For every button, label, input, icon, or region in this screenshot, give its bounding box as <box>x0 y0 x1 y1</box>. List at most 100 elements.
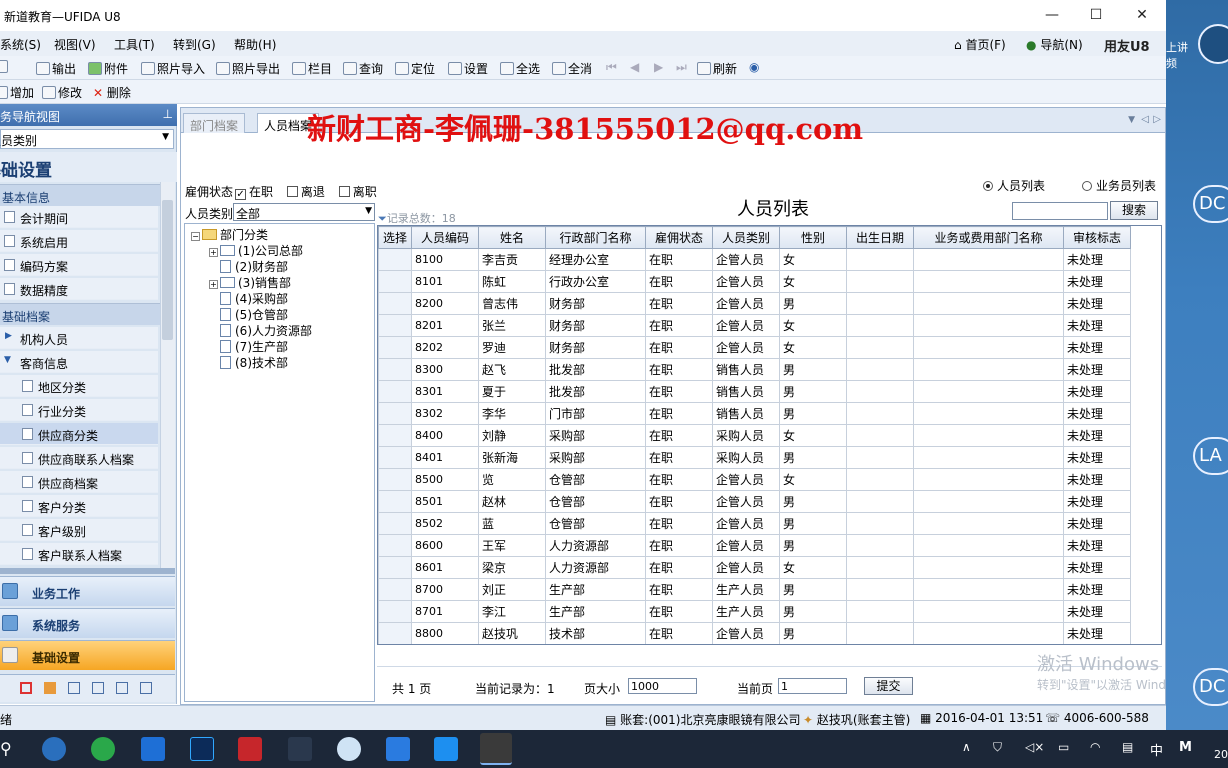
nav-link[interactable]: ● 导航(N) <box>1026 36 1083 53</box>
sidebar-item-supplier-archive[interactable]: 供应商档案 <box>0 471 158 493</box>
table-cell[interactable]: 8100 <box>411 248 479 271</box>
table-cell[interactable] <box>846 424 914 447</box>
maximize-button[interactable]: ☐ <box>1078 4 1114 26</box>
row-select-cell[interactable] <box>378 622 412 644</box>
table-cell[interactable]: 财务部 <box>545 292 646 315</box>
table-cell[interactable]: 企管人员 <box>712 314 780 337</box>
row-select-cell[interactable] <box>378 358 412 381</box>
ufida-app-icon[interactable] <box>480 733 512 765</box>
table-cell[interactable]: 8401 <box>411 446 479 469</box>
table-cell[interactable]: 未处理 <box>1063 622 1131 644</box>
row-select-cell[interactable] <box>378 600 412 623</box>
table-row[interactable]: 8800 赵技巩 技术部 在职 企管人员男 未处理 <box>378 622 1131 644</box>
row-select-cell[interactable] <box>378 402 412 425</box>
table-cell[interactable]: 未处理 <box>1063 402 1131 425</box>
select-all-button[interactable]: 全选 <box>500 60 540 77</box>
table-cell[interactable]: 在职 <box>645 292 713 315</box>
page-size-input[interactable]: 1000 <box>628 678 697 694</box>
side-button[interactable]: DC <box>1193 668 1228 706</box>
table-cell[interactable]: 男 <box>779 600 847 623</box>
table-row[interactable]: 8201 张兰 财务部 在职 企管人员女 未处理 <box>378 314 1131 337</box>
table-cell[interactable]: 8301 <box>411 380 479 403</box>
tree-node[interactable]: (6)人力资源部 <box>220 322 312 339</box>
table-row[interactable]: 8302 李华 门市部 在职 销售人员男 未处理 <box>378 402 1131 425</box>
tree-node[interactable]: + (3)销售部 <box>209 274 291 291</box>
side-button[interactable]: LA <box>1193 437 1228 475</box>
table-cell[interactable] <box>846 512 914 535</box>
table-cell[interactable]: 在职 <box>645 534 713 557</box>
table-cell[interactable]: 企管人员 <box>712 490 780 513</box>
table-cell[interactable] <box>913 248 1064 271</box>
tree-node[interactable]: (7)生产部 <box>220 338 288 355</box>
table-cell[interactable] <box>846 380 914 403</box>
table-cell[interactable]: 梁京 <box>478 556 546 579</box>
table-cell[interactable] <box>913 424 1064 447</box>
table-cell[interactable]: 女 <box>779 468 847 491</box>
table-cell[interactable]: 在职 <box>645 600 713 623</box>
module-system[interactable]: 系统服务 <box>0 608 175 638</box>
table-cell[interactable]: 张兰 <box>478 314 546 337</box>
search-icon[interactable]: ⚲ <box>0 739 12 758</box>
table-row[interactable]: 8501 赵林 仓管部 在职 企管人员男 未处理 <box>378 490 1131 513</box>
table-cell[interactable]: 采购部 <box>545 424 646 447</box>
table-cell[interactable]: 生产人员 <box>712 578 780 601</box>
table-cell[interactable]: 在职 <box>645 578 713 601</box>
table-cell[interactable]: 未处理 <box>1063 336 1131 359</box>
table-cell[interactable]: 女 <box>779 314 847 337</box>
home-link[interactable]: ⌂ 首页(F) <box>954 36 1006 53</box>
module-basic[interactable]: 基础设置 <box>0 640 175 670</box>
table-cell[interactable] <box>913 446 1064 469</box>
sidebar-item-industry[interactable]: 行业分类 <box>0 399 158 421</box>
row-select-cell[interactable] <box>378 512 412 535</box>
table-cell[interactable]: 企管人员 <box>712 336 780 359</box>
table-cell[interactable]: 未处理 <box>1063 490 1131 513</box>
table-cell[interactable]: 女 <box>779 270 847 293</box>
table-cell[interactable]: 人力资源部 <box>545 534 646 557</box>
side-button[interactable]: DC <box>1193 185 1228 223</box>
table-cell[interactable]: 在职 <box>645 248 713 271</box>
table-cell[interactable]: 男 <box>779 446 847 469</box>
notification-icon[interactable]: ▤ <box>1122 740 1133 754</box>
sidebar-group-basic[interactable]: 基本信息 <box>0 184 160 206</box>
table-cell[interactable]: 经理办公室 <box>545 248 646 271</box>
tree-node[interactable]: (4)采购部 <box>220 290 288 307</box>
table-cell[interactable]: 未处理 <box>1063 358 1131 381</box>
module-mini-icon[interactable] <box>44 682 56 694</box>
table-row[interactable]: 8502 蓝仓管部 在职 企管人员男 未处理 <box>378 512 1131 535</box>
tab-list-icon[interactable]: ▼ <box>1128 115 1135 125</box>
table-cell[interactable] <box>913 292 1064 315</box>
table-cell[interactable]: 男 <box>779 512 847 535</box>
table-cell[interactable] <box>846 402 914 425</box>
table-cell[interactable]: 8601 <box>411 556 479 579</box>
table-cell[interactable] <box>846 336 914 359</box>
table-cell[interactable]: 生产部 <box>545 578 646 601</box>
prev-record-icon[interactable]: ◀ <box>630 60 639 74</box>
checkbox-retired[interactable] <box>286 186 298 197</box>
table-cell[interactable]: 企管人员 <box>712 270 780 293</box>
table-cell[interactable]: 8500 <box>411 468 479 491</box>
checkbox-active[interactable]: ✓ <box>235 189 247 200</box>
tree-node[interactable]: (2)财务部 <box>220 258 288 275</box>
table-cell[interactable] <box>913 600 1064 623</box>
table-cell[interactable]: 在职 <box>645 270 713 293</box>
table-cell[interactable] <box>913 336 1064 359</box>
table-cell[interactable]: 男 <box>779 534 847 557</box>
table-cell[interactable]: 男 <box>779 358 847 381</box>
table-row[interactable]: 8200 曾志伟 财务部 在职 企管人员男 未处理 <box>378 292 1131 315</box>
table-cell[interactable] <box>846 578 914 601</box>
table-cell[interactable] <box>846 490 914 513</box>
column-header[interactable]: 出生日期 <box>846 226 914 249</box>
table-cell[interactable]: 企管人员 <box>712 468 780 491</box>
row-select-cell[interactable] <box>378 556 412 579</box>
sidebar-item-customer-class[interactable]: 客户分类 <box>0 495 158 517</box>
tab-prev-icon[interactable]: ◁ <box>1141 114 1149 125</box>
table-cell[interactable]: 未处理 <box>1063 578 1131 601</box>
menu-view[interactable]: 视图(V) <box>54 36 96 53</box>
table-cell[interactable] <box>846 292 914 315</box>
export-button[interactable]: 输出 <box>36 60 76 77</box>
table-row[interactable]: 8601 梁京 人力资源部 在职 企管人员女 未处理 <box>378 556 1131 579</box>
table-cell[interactable]: 刘静 <box>478 424 546 447</box>
settings-button[interactable]: 设置 <box>448 60 488 77</box>
module-mini-icon[interactable] <box>140 682 152 694</box>
table-cell[interactable]: 刘正 <box>478 578 546 601</box>
